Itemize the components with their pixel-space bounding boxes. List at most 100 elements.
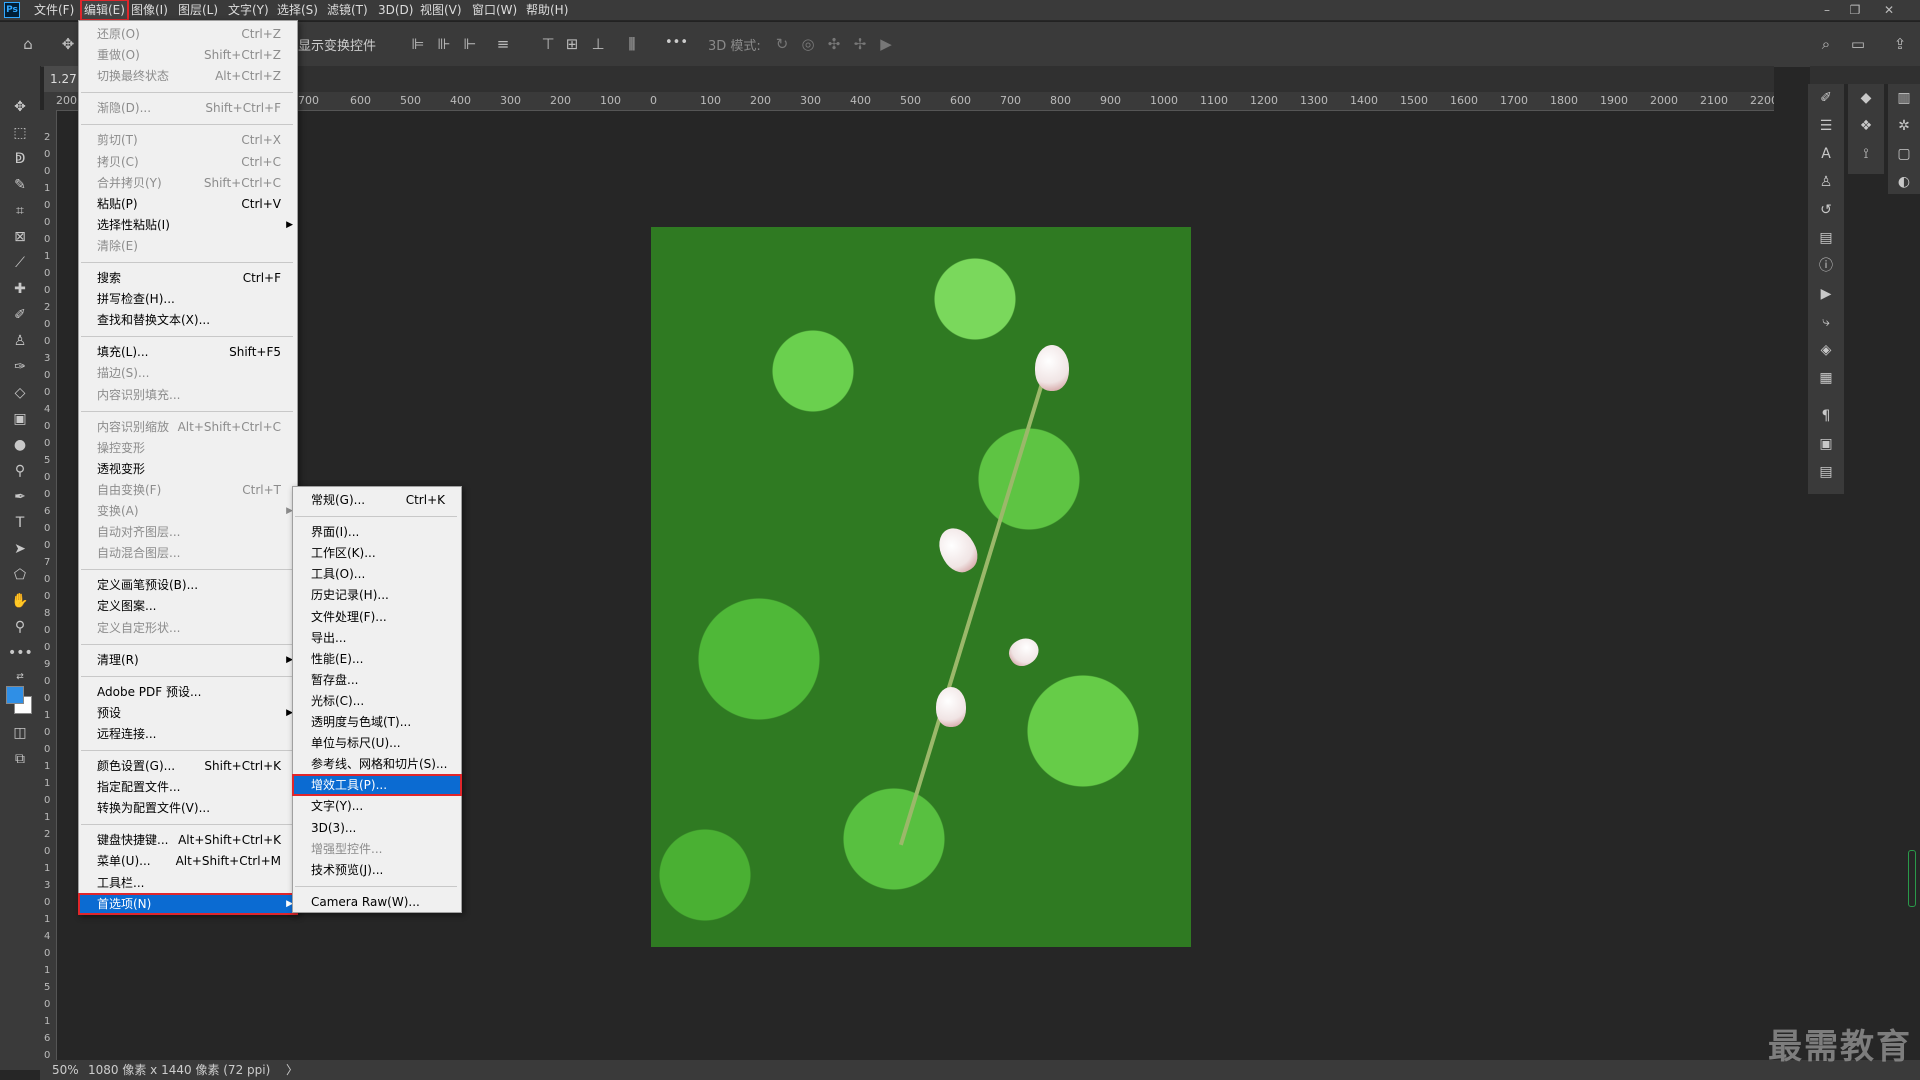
brush-tool-icon[interactable]: ✐ bbox=[8, 304, 32, 326]
menu-item[interactable]: 工具(O)... bbox=[293, 564, 461, 584]
3d-panel-icon[interactable]: ◈ bbox=[1816, 340, 1836, 360]
healing-brush-icon[interactable]: ✚ bbox=[8, 278, 32, 300]
menu-item[interactable]: 3D(3)... bbox=[293, 818, 461, 838]
crop-tool-icon[interactable]: ⌗ bbox=[8, 200, 32, 222]
menu-item[interactable]: 工具栏... bbox=[79, 873, 297, 893]
shape-tool-icon[interactable]: ⬠ bbox=[8, 564, 32, 586]
3d-orbit-icon[interactable]: ↻ bbox=[772, 34, 792, 54]
layers-icon[interactable]: ◆ bbox=[1856, 88, 1876, 108]
menu-item[interactable]: 性能(E)... bbox=[293, 649, 461, 669]
quick-select-tool-icon[interactable]: ✎ bbox=[8, 174, 32, 196]
histogram-icon[interactable]: ▥ bbox=[1894, 88, 1914, 108]
share-icon[interactable]: ⇪ bbox=[1890, 34, 1910, 54]
channels-icon[interactable]: ❖ bbox=[1856, 116, 1876, 136]
menu-item[interactable]: 查找和替换文本(X)... bbox=[79, 310, 297, 330]
3d-camera-icon[interactable]: ▶ bbox=[876, 34, 896, 54]
workspace-icon[interactable]: ▭ bbox=[1848, 34, 1868, 54]
character-icon[interactable]: A bbox=[1816, 144, 1836, 164]
menu-item[interactable]: 拼写检查(H)... bbox=[79, 289, 297, 309]
status-arrow-icon[interactable]: 〉 bbox=[286, 1060, 298, 1080]
frame-tool-icon[interactable]: ⊠ bbox=[8, 226, 32, 248]
menu-item[interactable]: 远程连接... bbox=[79, 724, 297, 744]
menu-item[interactable]: 转换为配置文件(V)... bbox=[79, 798, 297, 818]
foreground-color-swatch[interactable] bbox=[6, 686, 24, 704]
color-icon[interactable]: ◐ bbox=[1894, 172, 1914, 192]
menu-file[interactable]: 文件(F) bbox=[34, 0, 74, 20]
pen-tool-icon[interactable]: ✒ bbox=[8, 486, 32, 508]
eraser-tool-icon[interactable]: ◇ bbox=[8, 382, 32, 404]
vertical-scrollbar[interactable] bbox=[1908, 850, 1916, 907]
menu-item[interactable]: 定义图案... bbox=[79, 596, 297, 616]
menu-edit[interactable]: 编辑(E) bbox=[80, 0, 129, 21]
swap-colors-icon[interactable]: ⇄ bbox=[8, 666, 32, 688]
zoom-tool-icon[interactable]: ⚲ bbox=[8, 616, 32, 638]
menu-item[interactable]: 光标(C)... bbox=[293, 691, 461, 711]
menu-item[interactable]: 菜单(U)... Alt+Shift+Ctrl+M bbox=[79, 851, 297, 871]
timeline-icon[interactable]: ▣ bbox=[1816, 434, 1836, 454]
info-icon[interactable]: ⓘ bbox=[1816, 256, 1836, 276]
clone-source-icon[interactable]: ♙ bbox=[1816, 172, 1836, 192]
menu-item[interactable]: 清理(R) ▶ bbox=[79, 650, 297, 670]
menu-item[interactable]: 颜色设置(G)... Shift+Ctrl+K bbox=[79, 756, 297, 776]
3d-roll-icon[interactable]: ◎ bbox=[798, 34, 818, 54]
distribute-icon[interactable]: ≡ bbox=[493, 34, 513, 54]
adjustments-icon[interactable]: ☰ bbox=[1816, 116, 1836, 136]
show-transform-controls-label[interactable]: 显示变换控件 bbox=[298, 35, 376, 54]
distribute-vertical-icon[interactable]: ⫼ bbox=[622, 34, 642, 54]
menu-item[interactable]: 搜索 Ctrl+F bbox=[79, 268, 297, 288]
lasso-tool-icon[interactable]: ↁ bbox=[8, 148, 32, 170]
eyedropper-tool-icon[interactable]: ⟋ bbox=[8, 252, 32, 274]
type-tool-icon[interactable]: T bbox=[8, 512, 32, 534]
align-right-icon[interactable]: ⊩ bbox=[460, 34, 480, 54]
paths-icon[interactable]: ⤷ bbox=[1816, 312, 1836, 332]
menu-item[interactable]: 键盘快捷键... Alt+Shift+Ctrl+K bbox=[79, 830, 297, 850]
menu-item[interactable]: Camera Raw(W)... bbox=[293, 892, 461, 912]
menu-item[interactable]: 参考线、网格和切片(S)... bbox=[293, 754, 461, 774]
menu-item[interactable]: 增效工具(P)... bbox=[292, 774, 462, 797]
menu-item[interactable]: 透视变形 bbox=[79, 459, 297, 479]
zoom-level[interactable]: 50% bbox=[52, 1060, 79, 1080]
more-tools-icon[interactable]: ••• bbox=[8, 642, 33, 664]
menu-item[interactable]: 技术预览(J)... bbox=[293, 860, 461, 880]
clone-stamp-icon[interactable]: ♙ bbox=[8, 330, 32, 352]
menu-item[interactable]: 预设 ▶ bbox=[79, 703, 297, 723]
menu-item[interactable]: 粘贴(P) Ctrl+V bbox=[79, 194, 297, 214]
align-left-icon[interactable]: ⊫ bbox=[408, 34, 428, 54]
menu-view[interactable]: 视图(V) bbox=[420, 0, 462, 20]
move-tool-icon[interactable]: ✥ bbox=[8, 96, 32, 118]
align-top-icon[interactable]: ⊤ bbox=[538, 34, 558, 54]
menu-type[interactable]: 文字(Y) bbox=[228, 0, 269, 20]
menu-item[interactable]: 文字(Y)... bbox=[293, 796, 461, 816]
menu-item[interactable]: 选择性粘贴(I) ▶ bbox=[79, 215, 297, 235]
history-icon[interactable]: ↺ bbox=[1816, 200, 1836, 220]
minimize-icon[interactable]: – bbox=[1815, 0, 1839, 20]
properties-icon[interactable]: ▤ bbox=[1816, 228, 1836, 248]
menu-item[interactable]: 首选项(N) ▶ bbox=[78, 892, 298, 915]
panel-collapse-bar[interactable] bbox=[1810, 66, 1920, 84]
menu-item[interactable]: 指定配置文件... bbox=[79, 777, 297, 797]
menu-image[interactable]: 图像(I) bbox=[131, 0, 168, 20]
path-select-icon[interactable]: ➤ bbox=[8, 538, 32, 560]
quick-mask-icon[interactable]: ◫ bbox=[8, 722, 32, 744]
menu-help[interactable]: 帮助(H) bbox=[526, 0, 568, 20]
menu-layer[interactable]: 图层(L) bbox=[178, 0, 218, 20]
search-icon[interactable]: ⌕ bbox=[1816, 34, 1836, 54]
menu-item[interactable]: 填充(L)... Shift+F5 bbox=[79, 342, 297, 362]
menu-item[interactable]: 定义画笔预设(B)... bbox=[79, 575, 297, 595]
move-tool-icon[interactable]: ✥ bbox=[58, 34, 78, 54]
menu-item[interactable]: 暂存盘... bbox=[293, 670, 461, 690]
menu-item[interactable]: 透明度与色域(T)... bbox=[293, 712, 461, 732]
dodge-tool-icon[interactable]: ⚲ bbox=[8, 460, 32, 482]
3d-slide-icon[interactable]: ✢ bbox=[850, 34, 870, 54]
menu-item[interactable]: 文件处理(F)... bbox=[293, 607, 461, 627]
menu-item[interactable]: 单位与标尺(U)... bbox=[293, 733, 461, 753]
menu-item[interactable]: 界面(I)... bbox=[293, 522, 461, 542]
gradient-tool-icon[interactable]: ▣ bbox=[8, 408, 32, 430]
marquee-tool-icon[interactable]: ⬚ bbox=[8, 122, 32, 144]
history-brush-icon[interactable]: ✑ bbox=[8, 356, 32, 378]
menu-3d[interactable]: 3D(D) bbox=[378, 0, 413, 20]
paragraph-icon[interactable]: ¶ bbox=[1816, 406, 1836, 426]
close-icon[interactable]: ✕ bbox=[1877, 0, 1901, 20]
align-center-icon[interactable]: ⊪ bbox=[434, 34, 454, 54]
paths-vector-icon[interactable]: ⟟ bbox=[1856, 144, 1876, 164]
